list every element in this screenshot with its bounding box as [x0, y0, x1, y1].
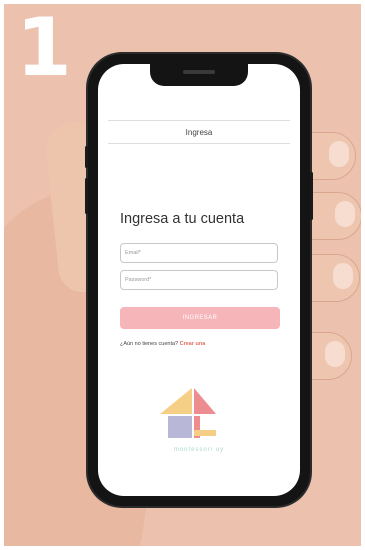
login-button[interactable]: INGRESAR	[120, 307, 280, 329]
phone-side-button	[310, 172, 313, 220]
signup-link[interactable]: Crear una	[180, 341, 206, 347]
password-field[interactable]	[120, 270, 278, 290]
logo-text: montessori uy	[173, 447, 225, 453]
photo-background: 1 Ingresa Ingresa a tu cuenta INGRESAR ¿…	[4, 4, 361, 546]
header-title: Ingresa	[185, 127, 213, 137]
phone-notch	[150, 64, 248, 86]
phone-screen: Ingresa Ingresa a tu cuenta INGRESAR ¿Aú…	[98, 64, 300, 496]
step-number: 1	[16, 4, 72, 94]
phone-device: Ingresa Ingresa a tu cuenta INGRESAR ¿Aú…	[85, 54, 313, 506]
page-title: Ingresa a tu cuenta	[120, 211, 245, 227]
phone-side-button	[85, 178, 88, 214]
app-header: Ingresa	[108, 120, 290, 144]
signup-prompt: ¿Aún no tienes cuenta?	[120, 341, 179, 347]
speaker-icon	[183, 70, 215, 74]
email-field[interactable]	[120, 243, 278, 263]
montessori-logo-icon	[160, 388, 216, 438]
phone-side-button	[85, 146, 88, 168]
signup-line: ¿Aún no tienes cuenta? Crear una	[120, 341, 205, 347]
